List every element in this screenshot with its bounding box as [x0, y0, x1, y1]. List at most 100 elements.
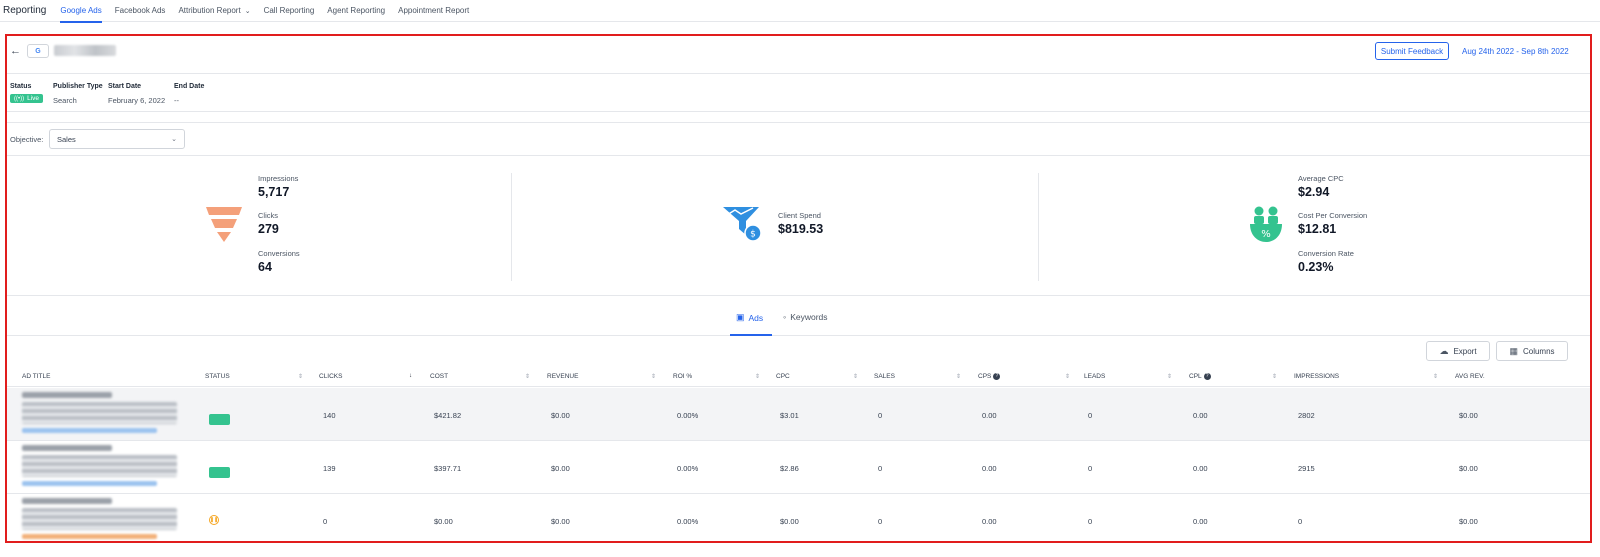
cloud-download-icon: ☁	[1439, 345, 1449, 356]
sort-icon[interactable]: ⇕	[1433, 373, 1438, 380]
table-row[interactable]: ((•)) 139 $397.71 $0.00 0.00% $2.86 0 0.…	[7, 441, 1590, 494]
cell-clicks: 140	[323, 411, 336, 420]
impressions-label: Impressions	[258, 174, 299, 183]
tab-keywords[interactable]: ◦ Keywords	[783, 312, 828, 322]
conversions-value: 64	[258, 260, 272, 274]
tab-call-reporting[interactable]: Call Reporting	[264, 0, 315, 22]
publisher-label: Publisher Type	[53, 83, 103, 90]
columns-grid-icon: ▦	[1509, 345, 1518, 356]
column-clicks[interactable]: CLICKS	[319, 373, 342, 380]
cell-cpc: $0.00	[780, 517, 799, 526]
tab-ads[interactable]: ▣ Ads	[736, 312, 763, 323]
avg-cpc-value: $2.94	[1298, 185, 1330, 199]
stats-summary: Impressions 5,717 Clicks 279 Conversions…	[7, 156, 1590, 296]
table-row[interactable]: ❚❚ 0 $0.00 $0.00 0.00% $0.00 0 0.00 0 0.…	[7, 494, 1590, 541]
tab-google-ads[interactable]: Google Ads	[60, 0, 103, 23]
start-date-label: Start Date	[108, 83, 142, 90]
live-status-icon: ((•))	[209, 414, 231, 425]
cell-clicks: 139	[323, 464, 336, 473]
campaign-name-redacted	[54, 45, 116, 56]
cell-cost: $0.00	[434, 517, 453, 526]
cell-revenue: $0.00	[551, 517, 570, 526]
column-cpl[interactable]: CPL?	[1189, 373, 1211, 380]
date-range-picker[interactable]: Aug 24th 2022 - Sep 8th 2022	[1462, 47, 1569, 56]
sort-icon[interactable]: ⇕	[853, 373, 858, 380]
column-leads[interactable]: LEADS	[1084, 373, 1105, 380]
content-tabs: ▣ Ads ◦ Keywords	[7, 296, 1590, 336]
cell-cpl: 0.00	[1193, 464, 1208, 473]
svg-text:%: %	[1261, 229, 1271, 240]
export-button[interactable]: ☁ Export	[1426, 341, 1490, 361]
sort-icon[interactable]: ⇕	[1065, 373, 1070, 380]
help-icon[interactable]: ?	[1203, 373, 1211, 380]
cost-per-conversion-label: Cost Per Conversion	[1298, 211, 1368, 220]
publisher-value: Search	[53, 96, 77, 105]
app-title: Reporting	[3, 5, 47, 16]
tag-icon: ◦	[783, 312, 787, 322]
column-status[interactable]: STATUS	[205, 373, 230, 380]
cell-clicks: 0	[323, 517, 328, 526]
sort-desc-icon[interactable]: ↓	[409, 373, 412, 379]
column-revenue[interactable]: REVENUE	[547, 373, 578, 380]
tab-appointment-report[interactable]: Appointment Report	[398, 0, 469, 22]
table-row[interactable]: ((•)) 140 $421.82 $0.00 0.00% $3.01 0 0.…	[7, 388, 1590, 441]
cps-label: CPS	[978, 373, 992, 381]
column-cost[interactable]: COST	[430, 373, 448, 380]
submit-feedback-button[interactable]: Submit Feedback	[1375, 42, 1449, 60]
sort-icon[interactable]: ⇕	[1272, 373, 1277, 380]
sort-icon[interactable]: ⇕	[755, 373, 760, 380]
column-impressions[interactable]: IMPRESSIONS	[1294, 373, 1339, 380]
cell-revenue: $0.00	[551, 464, 570, 473]
table-header: AD TITLE STATUS ⇕ CLICKS ↓ COST ⇕ REVENU…	[7, 367, 1590, 387]
stat-cost-per-conversion: Cost Per Conversion $12.81	[1298, 211, 1367, 236]
campaign-meta: Status ((•)) Live Publisher Type Search S…	[7, 74, 1590, 112]
status-badge: ((•)) Live	[10, 94, 44, 103]
conversion-rate-label: Conversion Rate	[1298, 249, 1354, 258]
cpl-label: CPL	[1189, 373, 1202, 381]
sort-icon[interactable]: ⇕	[956, 373, 961, 380]
spend-money-icon: $	[723, 207, 762, 242]
ad-title-redacted	[22, 498, 177, 539]
tab-attribution-label: Attribution Report	[178, 6, 241, 15]
tab-agent-reporting[interactable]: Agent Reporting	[327, 0, 385, 22]
stats-divider	[1038, 173, 1039, 281]
export-label: Export	[1453, 346, 1477, 356]
status-label: Status	[10, 83, 32, 90]
end-date-column: End Date --	[174, 83, 204, 105]
cell-cps: 0.00	[982, 411, 997, 420]
arrow-left-icon[interactable]: ←	[10, 45, 21, 57]
column-avg-rev[interactable]: AVG REV.	[1455, 373, 1485, 380]
tab-facebook-ads[interactable]: Facebook Ads	[115, 0, 166, 22]
campaign-header: ← G Submit Feedback Aug 24th 2022 - Sep …	[7, 36, 1590, 74]
google-icon: G	[27, 44, 49, 58]
cell-avg-rev: $0.00	[1459, 464, 1478, 473]
cell-cpc: $3.01	[780, 411, 799, 420]
column-roi[interactable]: ROI %	[673, 373, 692, 380]
stat-average-cpc: Average CPC $2.94	[1298, 174, 1344, 199]
sort-icon[interactable]: ⇕	[525, 373, 530, 380]
ads-icon: ▣	[736, 312, 745, 322]
cell-sales: 0	[878, 464, 883, 473]
sort-icon[interactable]: ⇕	[651, 373, 656, 380]
cell-impressions: 2802	[1298, 411, 1315, 420]
sort-icon[interactable]: ⇕	[1167, 373, 1172, 380]
help-icon[interactable]: ?	[993, 373, 1001, 380]
stat-impressions: Impressions 5,717	[258, 174, 298, 199]
column-cpc[interactable]: CPC	[776, 373, 790, 380]
tab-ads-label: Ads	[748, 312, 764, 323]
publisher-column: Publisher Type Search	[53, 83, 103, 105]
tab-attribution-report[interactable]: Attribution Report ⌄	[178, 0, 250, 22]
conversions-label: Conversions	[258, 249, 300, 258]
sort-icon[interactable]: ⇕	[298, 373, 303, 380]
cell-cpl: 0.00	[1193, 517, 1208, 526]
column-sales[interactable]: SALES	[874, 373, 895, 380]
funnel-icon	[206, 207, 242, 242]
cell-avg-rev: $0.00	[1459, 517, 1478, 526]
objective-select[interactable]: Sales ⌄	[49, 129, 185, 149]
stat-client-spend: Client Spend $819.53	[778, 211, 823, 236]
start-date-column: Start Date February 6, 2022	[108, 83, 165, 105]
columns-button[interactable]: ▦ Columns	[1496, 341, 1568, 361]
column-cps[interactable]: CPS?	[978, 373, 1001, 381]
column-ad-title[interactable]: AD TITLE	[22, 373, 50, 380]
top-navigation: Reporting Google Ads Facebook Ads Attrib…	[0, 0, 1600, 23]
